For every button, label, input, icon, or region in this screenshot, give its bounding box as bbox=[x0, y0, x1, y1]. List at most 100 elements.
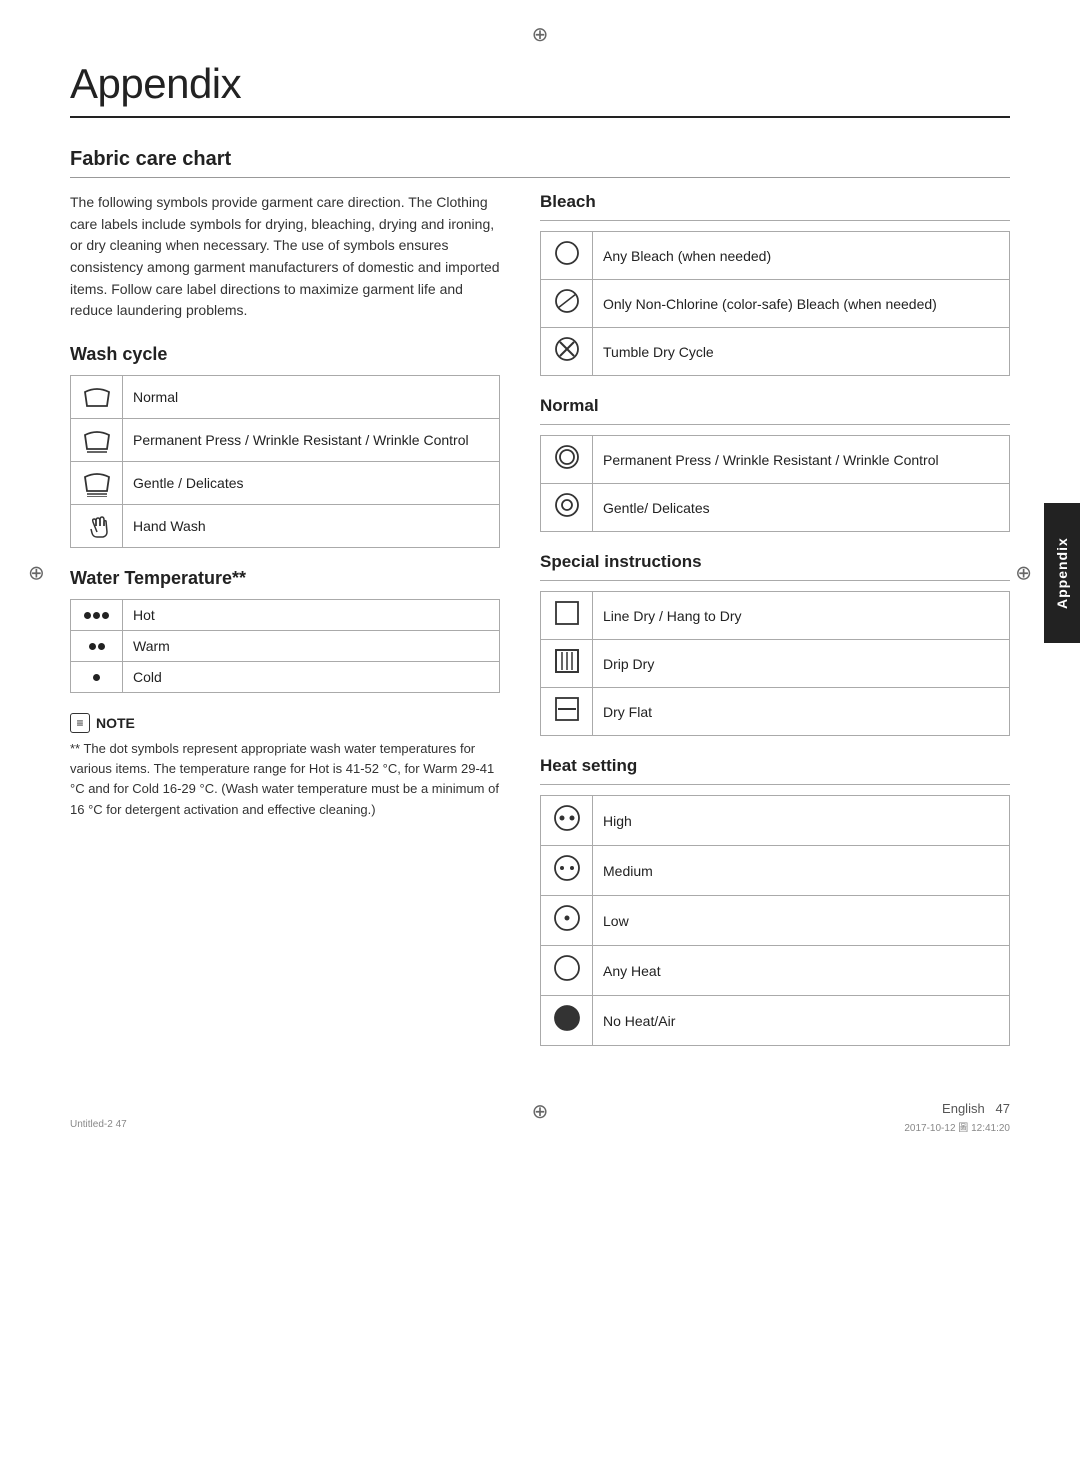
normal-section: Normal Permanent Pre bbox=[540, 396, 1010, 532]
cold-dots bbox=[81, 674, 112, 681]
reg-mark-top: ⊕ bbox=[532, 22, 549, 47]
normal-rule bbox=[540, 424, 1010, 425]
bleach-non-chlorine-label: Only Non-Chlorine (color-safe) Bleach (w… bbox=[593, 280, 1010, 328]
water-temp-title: Water Temperature** bbox=[70, 568, 500, 589]
table-row: Permanent Press / Wrinkle Resistant / Wr… bbox=[71, 419, 500, 462]
wash-normal-icon-cell bbox=[71, 376, 123, 419]
table-row: Cold bbox=[71, 662, 500, 693]
line-dry-icon bbox=[541, 592, 593, 640]
bleach-any-label: Any Bleach (when needed) bbox=[593, 232, 1010, 280]
special-section: Special instructions bbox=[540, 552, 1010, 736]
table-row: Hot bbox=[71, 600, 500, 631]
page-title: Appendix bbox=[70, 60, 1010, 108]
table-row: Low bbox=[541, 896, 1010, 946]
dot bbox=[93, 674, 100, 681]
drip-dry-label: Drip Dry bbox=[593, 640, 1010, 688]
wash-normal-label: Normal bbox=[123, 376, 500, 419]
special-table: Line Dry / Hang to Dry bbox=[540, 591, 1010, 736]
bleach-table: Any Bleach (when needed) Only Non-Chlori bbox=[540, 231, 1010, 376]
bleach-non-chlorine-icon bbox=[541, 280, 593, 328]
warm-dots bbox=[81, 643, 112, 650]
cold-icon-cell bbox=[71, 662, 123, 693]
wash-cycle-table: Normal Permanent Press / Wrinkle Resista… bbox=[70, 375, 500, 548]
table-row: Medium bbox=[541, 846, 1010, 896]
heat-title: Heat setting bbox=[540, 756, 1010, 776]
normal-gentle-label: Gentle/ Delicates bbox=[593, 484, 1010, 532]
table-row: Tumble Dry Cycle bbox=[541, 328, 1010, 376]
heat-low-label: Low bbox=[593, 896, 1010, 946]
dot bbox=[102, 612, 109, 619]
cold-label: Cold bbox=[123, 662, 500, 693]
side-tab: Appendix bbox=[1044, 503, 1080, 643]
normal-title: Normal bbox=[540, 396, 1010, 416]
table-row: Gentle/ Delicates bbox=[541, 484, 1010, 532]
hot-label: Hot bbox=[123, 600, 500, 631]
heat-section: Heat setting bbox=[540, 756, 1010, 1046]
note-icon: ≡ bbox=[70, 713, 90, 733]
heat-any-icon bbox=[541, 946, 593, 996]
heat-medium-icon bbox=[541, 846, 593, 896]
table-row: Normal bbox=[71, 376, 500, 419]
footer-lang: English 47 bbox=[942, 1101, 1010, 1116]
bleach-title: Bleach bbox=[540, 192, 1010, 212]
special-rule bbox=[540, 580, 1010, 581]
heat-medium-label: Medium bbox=[593, 846, 1010, 896]
heat-no-label: No Heat/Air bbox=[593, 996, 1010, 1046]
table-row: Line Dry / Hang to Dry bbox=[541, 592, 1010, 640]
special-title: Special instructions bbox=[540, 552, 1010, 572]
note-title: ≡ NOTE bbox=[70, 713, 500, 733]
dry-flat-icon bbox=[541, 688, 593, 736]
intro-text: The following symbols provide garment ca… bbox=[70, 192, 500, 322]
table-row: Only Non-Chlorine (color-safe) Bleach (w… bbox=[541, 280, 1010, 328]
table-row: Drip Dry bbox=[541, 640, 1010, 688]
heat-any-label: Any Heat bbox=[593, 946, 1010, 996]
reg-mark-left: ⊕ bbox=[28, 561, 45, 586]
normal-table: Permanent Press / Wrinkle Resistant / Wr… bbox=[540, 435, 1010, 532]
dot bbox=[89, 643, 96, 650]
note-box: ≡ NOTE ** The dot symbols represent appr… bbox=[70, 713, 500, 820]
fabric-rule bbox=[70, 177, 1010, 178]
fabric-care-title: Fabric care chart bbox=[70, 148, 1010, 171]
wash-cycle-title: Wash cycle bbox=[70, 344, 500, 365]
table-row: Warm bbox=[71, 631, 500, 662]
wash-hand-icon-cell bbox=[71, 505, 123, 548]
hot-icon-cell bbox=[71, 600, 123, 631]
page-footer: English 47 bbox=[0, 1101, 1080, 1116]
note-text: ** The dot symbols represent appropriate… bbox=[70, 739, 500, 820]
bleach-rule bbox=[540, 220, 1010, 221]
wash-gentle-label: Gentle / Delicates bbox=[123, 462, 500, 505]
dot bbox=[84, 612, 91, 619]
normal-pp-label: Permanent Press / Wrinkle Resistant / Wr… bbox=[593, 436, 1010, 484]
print-footer: Untitled-2 47 2017-10-12 圖 12:41:20 bbox=[70, 1119, 1010, 1134]
reg-mark-right: ⊕ bbox=[1015, 561, 1032, 586]
table-row: No Heat/Air bbox=[541, 996, 1010, 1046]
table-row: Dry Flat bbox=[541, 688, 1010, 736]
table-row: Permanent Press / Wrinkle Resistant / Wr… bbox=[541, 436, 1010, 484]
line-dry-label: Line Dry / Hang to Dry bbox=[593, 592, 1010, 640]
heat-high-label: High bbox=[593, 796, 1010, 846]
print-file: Untitled-2 47 bbox=[70, 1119, 127, 1134]
heat-low-icon bbox=[541, 896, 593, 946]
table-row: Any Heat bbox=[541, 946, 1010, 996]
fabric-care-section: Fabric care chart The following symbols … bbox=[70, 148, 1010, 1066]
warm-label: Warm bbox=[123, 631, 500, 662]
bleach-any-icon bbox=[541, 232, 593, 280]
heat-high-icon bbox=[541, 796, 593, 846]
dot bbox=[98, 643, 105, 650]
table-row: High bbox=[541, 796, 1010, 846]
dot bbox=[93, 612, 100, 619]
bleach-no-icon bbox=[541, 328, 593, 376]
water-temp-table: Hot Warm bbox=[70, 599, 500, 693]
drip-dry-icon bbox=[541, 640, 593, 688]
print-date: 2017-10-12 圖 12:41:20 bbox=[904, 1119, 1010, 1134]
warm-icon-cell bbox=[71, 631, 123, 662]
table-row: Any Bleach (when needed) bbox=[541, 232, 1010, 280]
heat-rule bbox=[540, 784, 1010, 785]
main-content: The following symbols provide garment ca… bbox=[70, 192, 1010, 1066]
wash-pp-label: Permanent Press / Wrinkle Resistant / Wr… bbox=[123, 419, 500, 462]
dry-flat-label: Dry Flat bbox=[593, 688, 1010, 736]
bleach-no-label: Tumble Dry Cycle bbox=[593, 328, 1010, 376]
wash-gentle-icon-cell bbox=[71, 462, 123, 505]
left-column: The following symbols provide garment ca… bbox=[70, 192, 500, 1066]
heat-table: High Medium bbox=[540, 795, 1010, 1046]
